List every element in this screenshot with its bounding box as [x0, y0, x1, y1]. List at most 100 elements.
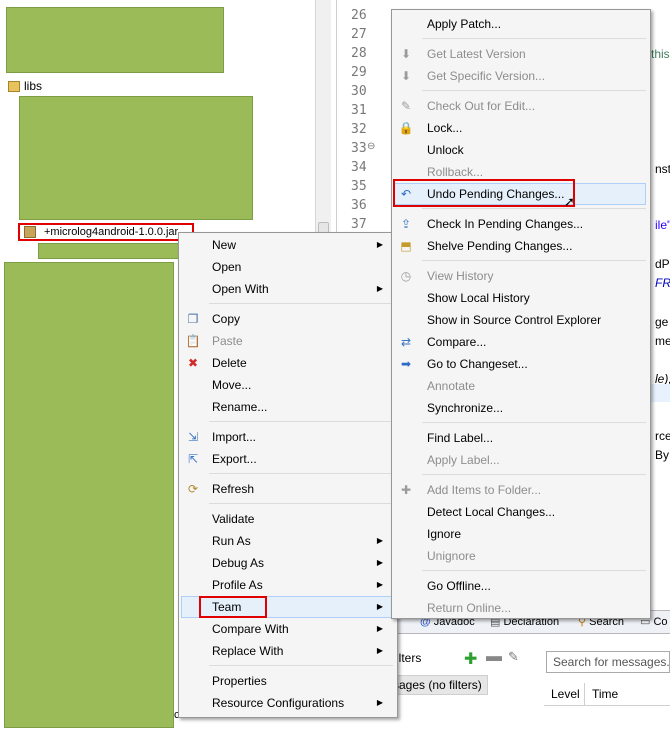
submenu-arrow-icon: ▶: [376, 558, 383, 567]
tree-item-jar-selected[interactable]: +microlog4android-1.0.0.jar: [18, 223, 194, 241]
team-menu-item-view-history[interactable]: ◷ View History: [394, 265, 646, 287]
team-menu-item-apply-patch[interactable]: Apply Patch...: [394, 13, 646, 35]
team-menu-item-compare[interactable]: ⇄ Compare...: [394, 331, 646, 353]
team-menu-item-find-label[interactable]: Find Label...: [394, 427, 646, 449]
menu-separator: [209, 665, 393, 666]
team-menu-item-go-offline[interactable]: Go Offline...: [394, 575, 646, 597]
import-icon: ⇲: [187, 430, 199, 444]
menu-separator: [422, 38, 646, 39]
copy-icon: ❐: [187, 312, 199, 326]
filter-label: sages (no filters): [393, 678, 482, 692]
message-search-input[interactable]: Search for messages. A: [546, 651, 670, 673]
line-number: 34: [351, 160, 367, 175]
code-fragment: this: [651, 47, 670, 61]
menu-item-open-with[interactable]: Open With ▶: [181, 278, 393, 300]
menu-item-validate[interactable]: Validate: [181, 508, 393, 530]
menu-item-delete[interactable]: ✖ Delete: [181, 352, 393, 374]
team-menu-item-check-in-pending-changes[interactable]: ⇪ Check In Pending Changes...: [394, 213, 646, 235]
team-menu-item-undo-pending-changes[interactable]: ➚ ↶ Undo Pending Changes...: [393, 179, 646, 209]
menu-item-import[interactable]: ⇲ Import...: [181, 426, 393, 448]
menu-item-debug-as[interactable]: Debug As ▶: [181, 552, 393, 574]
submenu-arrow-icon: ▶: [376, 580, 383, 589]
tree-item-libs[interactable]: libs: [8, 79, 42, 93]
export-icon: ⇱: [187, 452, 199, 466]
menu-item-label: Resource Configurations: [212, 696, 345, 710]
line-number: 30: [351, 84, 367, 99]
column-level[interactable]: Level: [551, 687, 580, 701]
menu-item-paste[interactable]: 📋 Paste: [181, 330, 393, 352]
fold-toggle-icon[interactable]: ⊖: [367, 141, 375, 152]
add-filter-icon[interactable]: ✚: [464, 649, 477, 669]
get-specific-version-icon: ⬇: [400, 69, 412, 83]
undo-pending-changes-icon: ↶: [400, 187, 412, 201]
lock-icon: 🔒: [398, 121, 414, 135]
line-number: 32: [351, 122, 367, 137]
submenu-arrow-icon: ▶: [376, 284, 383, 293]
delete-icon: ✖: [187, 356, 199, 370]
menu-item-label: Delete: [212, 356, 247, 370]
team-menu-item-return-online[interactable]: Return Online...: [394, 597, 646, 619]
menu-item-team[interactable]: Team ▶: [181, 596, 393, 618]
tab-label: Co: [653, 616, 668, 628]
menu-item-new[interactable]: New ▶: [181, 234, 393, 256]
menu-item-label: Replace With: [212, 644, 284, 658]
team-menu-item-lock[interactable]: 🔒 Lock...: [394, 117, 646, 139]
submenu-arrow-icon: ▶: [376, 646, 383, 655]
menu-item-profile-as[interactable]: Profile As ▶: [181, 574, 393, 596]
team-menu-item-show-in-source-control-explorer[interactable]: Show in Source Control Explorer: [394, 309, 646, 331]
team-menu-item-unlock[interactable]: Unlock: [394, 139, 646, 161]
tree-item-label: +microlog4android-1.0.0.jar: [44, 226, 179, 238]
team-menu-item-annotate[interactable]: Annotate: [394, 375, 646, 397]
code-fragment: FRA: [655, 276, 670, 290]
menu-item-properties[interactable]: Properties: [181, 670, 393, 692]
menu-item-label: Annotate: [427, 379, 476, 393]
team-menu-item-check-out-for-edit[interactable]: ✎ Check Out for Edit...: [394, 95, 646, 117]
team-menu-item-get-specific-version[interactable]: ⬇ Get Specific Version...: [394, 65, 646, 87]
menu-item-compare-with[interactable]: Compare With ▶: [181, 618, 393, 640]
menu-item-label: Lock...: [427, 121, 463, 135]
team-menu-item-apply-label[interactable]: Apply Label...: [394, 449, 646, 471]
column-divider: [584, 683, 585, 705]
team-menu-item-show-local-history[interactable]: Show Local History: [394, 287, 646, 309]
column-time[interactable]: Time: [592, 687, 618, 701]
get-latest-version-icon: ⬇: [400, 47, 412, 61]
menu-item-resource-configurations[interactable]: Resource Configurations ▶: [181, 692, 393, 714]
jar-icon: [24, 226, 36, 238]
code-fragment: ge: [655, 315, 669, 329]
team-menu-item-detect-local-changes[interactable]: Detect Local Changes...: [394, 501, 646, 523]
team-menu-item-unignore[interactable]: Unignore: [394, 545, 646, 567]
team-submenu: Apply Patch... ⬇ Get Latest Version ⬇ Get Sp…: [391, 9, 651, 619]
line-number: 29: [351, 65, 367, 80]
menu-item-label: Check Out for Edit...: [427, 99, 536, 113]
menu-item-label: Open With: [212, 282, 269, 296]
remove-filter-icon[interactable]: ▬: [486, 648, 502, 666]
line-number: 28: [351, 46, 367, 61]
menu-item-move[interactable]: Move...: [181, 374, 393, 396]
menu-item-refresh[interactable]: ⟳ Refresh: [181, 478, 393, 500]
menu-separator: [422, 474, 646, 475]
filter-list-item[interactable]: sages (no filters): [392, 675, 488, 695]
menu-item-label: View History: [427, 269, 494, 283]
menu-separator: [422, 422, 646, 423]
menu-item-copy[interactable]: ❐ Copy: [181, 308, 393, 330]
team-menu-item-synchronize[interactable]: Synchronize...: [394, 397, 646, 419]
explorer-scrollbar[interactable]: [315, 0, 331, 240]
team-menu-item-get-latest-version[interactable]: ⬇ Get Latest Version: [394, 43, 646, 65]
menu-item-rename[interactable]: Rename...: [181, 396, 393, 418]
tree-item-label: libs: [24, 79, 43, 93]
menu-item-label: Move...: [212, 378, 252, 392]
menu-item-replace-with[interactable]: Replace With ▶: [181, 640, 393, 662]
team-menu-item-ignore[interactable]: Ignore: [394, 523, 646, 545]
menu-item-export[interactable]: ⇱ Export...: [181, 448, 393, 470]
menu-item-run-as[interactable]: Run As ▶: [181, 530, 393, 552]
menu-item-label: Refresh: [212, 482, 255, 496]
team-menu-item-add-items-to-folder[interactable]: ✚ Add Items to Folder...: [394, 479, 646, 501]
team-menu-item-shelve-pending-changes[interactable]: ⬒ Shelve Pending Changes...: [394, 235, 646, 257]
menu-item-open[interactable]: Open: [181, 256, 393, 278]
edit-filter-icon[interactable]: ✎: [508, 649, 519, 665]
redacted-block: [38, 243, 182, 259]
check-out-for-edit-icon: ✎: [400, 99, 412, 113]
menu-item-label: Rename...: [212, 400, 268, 414]
team-menu-item-go-to-changeset[interactable]: ➡ Go to Changeset...: [394, 353, 646, 375]
menu-separator: [422, 260, 646, 261]
